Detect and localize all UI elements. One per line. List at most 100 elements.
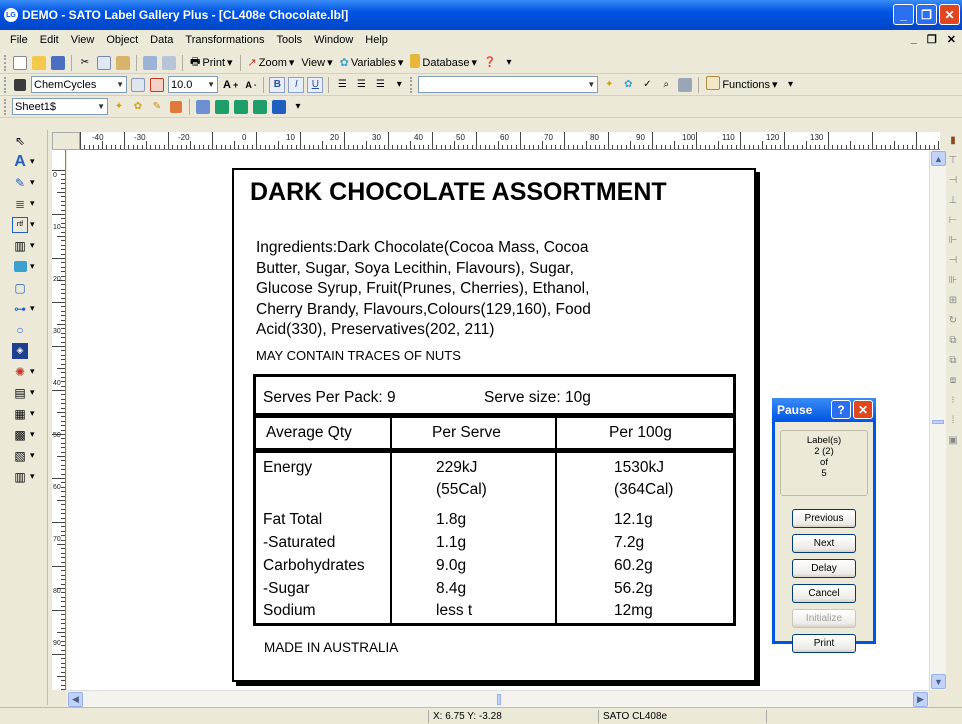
same-size-icon[interactable]: ⊞ bbox=[944, 290, 962, 310]
search-icon[interactable]: ⌕ bbox=[658, 77, 674, 93]
barcode-tool[interactable]: ▥ ▾ bbox=[0, 235, 47, 256]
align-top-icon[interactable]: ⊤ bbox=[944, 150, 962, 170]
last-record-icon[interactable] bbox=[271, 99, 287, 115]
scroll-up-icon[interactable]: ▲ bbox=[931, 151, 946, 166]
align-center-icon[interactable]: ⊩ bbox=[944, 230, 962, 250]
menu-transformations[interactable]: Transformations bbox=[179, 34, 270, 46]
toolbar-grip[interactable] bbox=[4, 54, 7, 71]
sheet-select[interactable]: Sheet1$ ▼ bbox=[12, 98, 108, 115]
barcode-composite-tool[interactable]: ▧ ▾ bbox=[0, 445, 47, 466]
line-tool[interactable]: ⊶ ▾ bbox=[0, 298, 47, 319]
group-icon[interactable]: ⧉ bbox=[944, 350, 962, 370]
horizontal-scroll-thumb[interactable] bbox=[497, 694, 501, 705]
align-bottom-icon[interactable]: ⊥ bbox=[944, 190, 962, 210]
align-right-icon[interactable]: ⊣ bbox=[944, 250, 962, 270]
font-size-select[interactable]: 10.0 ▼ bbox=[168, 76, 218, 93]
inverse-tool[interactable]: ◈ bbox=[0, 340, 47, 361]
properties-icon[interactable]: ▣ bbox=[944, 430, 962, 450]
rtf-tool[interactable]: rtf ▾ bbox=[0, 214, 47, 235]
font-name-select[interactable]: ChemCycles ▼ bbox=[31, 76, 127, 93]
horizontal-scrollbar[interactable]: ◀ ▶ bbox=[67, 690, 929, 707]
open-folder-icon[interactable] bbox=[31, 55, 47, 71]
order-icon[interactable]: ⧉ bbox=[944, 330, 962, 350]
menu-file[interactable]: File bbox=[4, 34, 34, 46]
italic-icon[interactable]: I bbox=[288, 76, 305, 93]
barcode-postal-tool[interactable]: ▥ ▾ bbox=[0, 466, 47, 487]
link-icon[interactable]: ✿ bbox=[130, 99, 146, 115]
rotate-icon[interactable]: ↻ bbox=[944, 310, 962, 330]
variables-menu-button[interactable]: ✿ Variables ▾ bbox=[338, 56, 406, 70]
snap-icon[interactable]: ⁞ bbox=[944, 410, 962, 430]
toolbar-grip[interactable] bbox=[4, 98, 7, 115]
align-center-icon[interactable]: ☰ bbox=[353, 77, 369, 93]
underline-icon[interactable]: U bbox=[307, 76, 324, 93]
page-setup-icon[interactable] bbox=[142, 55, 158, 71]
menu-window[interactable]: Window bbox=[308, 34, 359, 46]
next-button[interactable]: Next bbox=[792, 534, 856, 553]
cancel-button[interactable]: Cancel bbox=[792, 584, 856, 603]
align-left-icon[interactable]: ☰ bbox=[334, 77, 350, 93]
barcode-2d-tool[interactable]: ▩ ▾ bbox=[0, 424, 47, 445]
shrink-font-button[interactable]: A- bbox=[243, 80, 258, 90]
save-icon[interactable] bbox=[50, 55, 66, 71]
variables-icon[interactable]: ✿ bbox=[620, 77, 636, 93]
nutrition-panel[interactable]: Serves Per Pack: 9 Serve size: 10g Avera… bbox=[253, 374, 736, 626]
close-icon[interactable]: ✕ bbox=[939, 4, 960, 25]
check-icon[interactable]: ✓ bbox=[639, 77, 655, 93]
align-left-icon[interactable]: ⊢ bbox=[944, 210, 962, 230]
rectangle-tool[interactable]: ▢ bbox=[0, 277, 47, 298]
print-menu-button[interactable]: 🖶 Print ▾ bbox=[188, 53, 235, 72]
menu-help[interactable]: Help bbox=[359, 34, 394, 46]
vertical-scrollbar[interactable]: ▲ ▼ bbox=[929, 150, 946, 690]
ruler-corner[interactable] bbox=[52, 132, 80, 150]
nuts-warning[interactable]: MAY CONTAIN TRACES OF NUTS bbox=[256, 348, 461, 363]
made-in-text[interactable]: MADE IN AUSTRALIA bbox=[264, 640, 398, 655]
help-icon[interactable]: ❓ bbox=[482, 55, 498, 71]
properties-icon[interactable] bbox=[161, 55, 177, 71]
wizard-icon[interactable]: ✦ bbox=[601, 77, 617, 93]
previous-record-icon[interactable] bbox=[233, 99, 249, 115]
menu-edit[interactable]: Edit bbox=[34, 34, 65, 46]
text-block-tool[interactable]: ≣ ▾ bbox=[0, 193, 47, 214]
mdi-close-icon[interactable]: ✕ bbox=[947, 33, 956, 46]
restore-icon[interactable]: ❐ bbox=[916, 4, 937, 25]
align-right-icon[interactable]: ☰ bbox=[372, 77, 388, 93]
scroll-left-icon[interactable]: ◀ bbox=[68, 692, 83, 707]
barcode-stack-tool[interactable]: ▦ ▾ bbox=[0, 403, 47, 424]
palette-icon[interactable]: ▮ bbox=[944, 130, 962, 150]
print-button[interactable]: Print bbox=[792, 634, 856, 653]
toolbar-grip[interactable] bbox=[410, 76, 413, 93]
font-dialog-icon[interactable] bbox=[130, 77, 146, 93]
object-select[interactable]: ▼ bbox=[418, 76, 599, 93]
barcode-1d-tool[interactable]: ▤ ▾ bbox=[0, 382, 47, 403]
toolbar-options-icon[interactable]: ▾ bbox=[783, 77, 799, 93]
grow-font-button[interactable]: A + bbox=[221, 79, 240, 91]
distribute-icon[interactable]: ⊪ bbox=[944, 270, 962, 290]
text-tool[interactable]: A ▾ bbox=[0, 151, 47, 172]
image-tool[interactable]: ▾ bbox=[0, 256, 47, 277]
view-menu-button[interactable]: View ▾ bbox=[299, 56, 334, 70]
cut-icon[interactable]: ✂ bbox=[77, 55, 93, 71]
bold-icon[interactable]: B bbox=[269, 76, 286, 93]
toolbar-options-icon[interactable]: ▾ bbox=[290, 99, 306, 115]
help-icon[interactable]: ? bbox=[831, 400, 851, 419]
first-record-icon[interactable] bbox=[214, 99, 230, 115]
align-middle-icon[interactable]: ⊣ bbox=[944, 170, 962, 190]
functions-button[interactable]: Functions ▾ bbox=[704, 76, 779, 93]
scroll-down-icon[interactable]: ▼ bbox=[931, 674, 946, 689]
menu-view[interactable]: View bbox=[65, 34, 101, 46]
label-title[interactable]: DARK CHOCOLATE ASSORTMENT bbox=[250, 178, 667, 207]
zoom-menu-button[interactable]: ↗ Zoom ▾ bbox=[246, 56, 297, 70]
lock-icon[interactable]: ⧈ bbox=[944, 370, 962, 390]
table-icon[interactable] bbox=[195, 99, 211, 115]
database-menu-button[interactable]: Database ▾ bbox=[408, 54, 479, 71]
new-file-icon[interactable] bbox=[12, 55, 28, 71]
delete-data-icon[interactable] bbox=[168, 99, 184, 115]
menu-data[interactable]: Data bbox=[144, 34, 179, 46]
next-record-icon[interactable] bbox=[252, 99, 268, 115]
mdi-restore-icon[interactable]: ❐ bbox=[927, 33, 937, 46]
database-view-icon[interactable] bbox=[677, 77, 693, 93]
delay-button[interactable]: Delay bbox=[792, 559, 856, 578]
grid-icon[interactable]: ⁝ bbox=[944, 390, 962, 410]
toolbar-grip[interactable] bbox=[4, 76, 7, 93]
